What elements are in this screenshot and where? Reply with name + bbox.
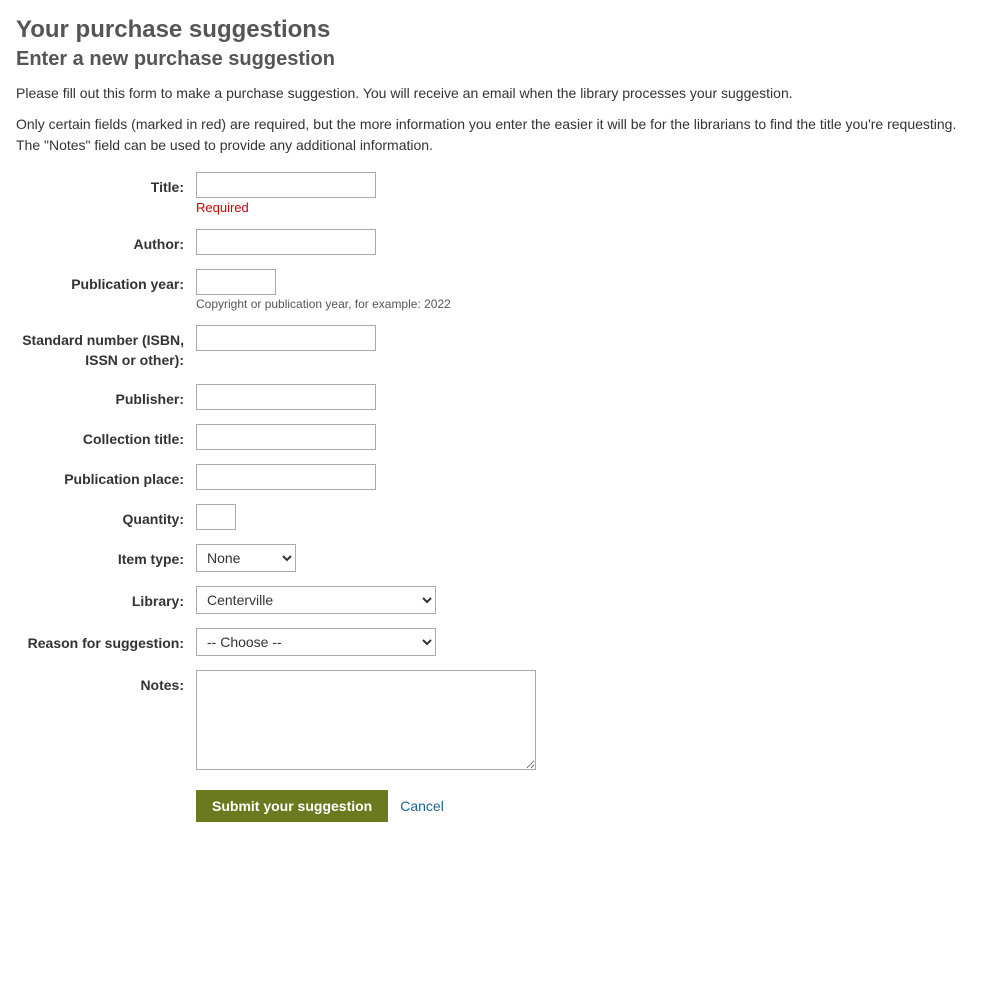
std-number-label: Standard number (ISBN, ISSN or other): <box>16 325 196 370</box>
publisher-input[interactable] <box>196 384 376 410</box>
notes-label: Notes: <box>16 670 196 696</box>
pub-place-row: Publication place: <box>16 464 980 490</box>
purchase-suggestion-form: Title: Required Author: Publication year… <box>16 172 980 770</box>
form-title: Enter a new purchase suggestion <box>16 48 980 71</box>
publisher-label: Publisher: <box>16 384 196 410</box>
title-input[interactable] <box>196 172 376 198</box>
notes-textarea[interactable] <box>196 670 536 770</box>
notes-row: Notes: <box>16 670 980 770</box>
description-2: Only certain fields (marked in red) are … <box>16 114 980 156</box>
description-1: Please fill out this form to make a purc… <box>16 83 980 104</box>
cancel-link[interactable]: Cancel <box>400 798 444 814</box>
quantity-input[interactable] <box>196 504 236 530</box>
quantity-label: Quantity: <box>16 504 196 530</box>
std-number-field <box>196 325 980 351</box>
collection-title-input[interactable] <box>196 424 376 450</box>
reason-label: Reason for suggestion: <box>16 628 196 654</box>
std-number-row: Standard number (ISBN, ISSN or other): <box>16 325 980 370</box>
quantity-row: Quantity: <box>16 504 980 530</box>
author-row: Author: <box>16 229 980 255</box>
reason-field: -- Choose -- Personal interest Work/stud… <box>196 628 980 656</box>
author-input[interactable] <box>196 229 376 255</box>
page-main-title: Your purchase suggestions <box>16 16 980 44</box>
form-actions: Submit your suggestion Cancel <box>196 790 980 822</box>
reason-select[interactable]: -- Choose -- Personal interest Work/stud… <box>196 628 436 656</box>
quantity-field <box>196 504 980 530</box>
title-row: Title: Required <box>16 172 980 215</box>
title-required: Required <box>196 200 980 215</box>
std-number-input[interactable] <box>196 325 376 351</box>
collection-title-field <box>196 424 980 450</box>
pub-year-row: Publication year: Copyright or publicati… <box>16 269 980 311</box>
submit-button[interactable]: Submit your suggestion <box>196 790 388 822</box>
item-type-label: Item type: <box>16 544 196 570</box>
library-row: Library: Centerville Downtown Eastside W… <box>16 586 980 614</box>
item-type-select[interactable]: None Book DVD Magazine Music CD Other <box>196 544 296 572</box>
notes-field <box>196 670 980 770</box>
pub-year-field: Copyright or publication year, for examp… <box>196 269 980 311</box>
title-label: Title: <box>16 172 196 198</box>
author-label: Author: <box>16 229 196 255</box>
publisher-row: Publisher: <box>16 384 980 410</box>
library-select[interactable]: Centerville Downtown Eastside Westside N… <box>196 586 436 614</box>
pub-place-field <box>196 464 980 490</box>
item-type-field: None Book DVD Magazine Music CD Other <box>196 544 980 572</box>
collection-title-row: Collection title: <box>16 424 980 450</box>
pub-year-label: Publication year: <box>16 269 196 295</box>
reason-row: Reason for suggestion: -- Choose -- Pers… <box>16 628 980 656</box>
publisher-field <box>196 384 980 410</box>
title-field: Required <box>196 172 980 215</box>
pub-year-hint: Copyright or publication year, for examp… <box>196 297 980 311</box>
author-field <box>196 229 980 255</box>
collection-title-label: Collection title: <box>16 424 196 450</box>
pub-place-label: Publication place: <box>16 464 196 490</box>
library-label: Library: <box>16 586 196 612</box>
pub-place-input[interactable] <box>196 464 376 490</box>
library-field: Centerville Downtown Eastside Westside N… <box>196 586 980 614</box>
item-type-row: Item type: None Book DVD Magazine Music … <box>16 544 980 572</box>
pub-year-input[interactable] <box>196 269 276 295</box>
